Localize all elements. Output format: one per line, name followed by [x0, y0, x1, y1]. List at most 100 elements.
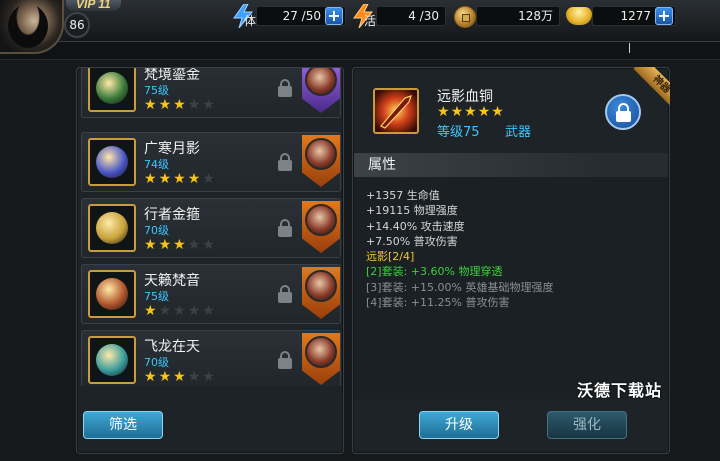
- equipment-star-rating: ★★★★★: [144, 370, 217, 384]
- top-sub-bar: [0, 42, 720, 60]
- attributes-list: +1357 生命值 +19115 物理强度 +14.40% 攻击速度 +7.50% 普…: [366, 188, 553, 310]
- equipment-thumbnail: [88, 270, 136, 318]
- star-icon: ★: [158, 237, 174, 253]
- star-icon: ★: [158, 303, 174, 319]
- coins-resource: 128万: [452, 4, 560, 28]
- player-avatar[interactable]: [0, 0, 64, 54]
- star-icon: ★: [187, 369, 203, 385]
- star-icon: ★: [173, 237, 188, 253]
- player-level-badge: 86: [64, 12, 90, 38]
- equipment-icon: [96, 212, 128, 244]
- equipment-star-rating: ★★★★★: [144, 172, 217, 186]
- add-gold-button[interactable]: +: [655, 7, 673, 25]
- equipped-hero-avatar[interactable]: [302, 135, 340, 187]
- detail-item-level: 等级75: [437, 125, 480, 140]
- detail-item-type: 武器: [505, 125, 532, 140]
- equipment-thumbnail: [88, 336, 136, 384]
- equipment-icon: [96, 344, 128, 376]
- star-icon: ★: [144, 303, 159, 319]
- equipment-name: 飞龙在天: [144, 339, 200, 355]
- equipment-list-item[interactable]: 广寒月影 74级 ★★★★★: [81, 132, 341, 192]
- detail-star-rating: ★★★★★: [437, 104, 505, 120]
- star-icon: ★: [144, 97, 159, 113]
- equipped-hero-avatar[interactable]: [302, 68, 340, 113]
- star-icon: ★: [144, 369, 159, 385]
- equipment-list-item[interactable]: 飞龙在天 70级 ★★★★★: [81, 330, 341, 386]
- energy-value: 4 /30: [376, 6, 446, 26]
- stamina-label: 体: [244, 14, 257, 28]
- hero-portrait: [305, 204, 337, 236]
- gold-ingot-icon: [566, 7, 592, 25]
- star-icon: ★: [202, 97, 217, 113]
- coin-icon: [454, 6, 476, 28]
- detail-item-name: 远影血铜: [437, 89, 493, 105]
- detail-item-thumbnail: [373, 88, 419, 134]
- blood-bronze-weapon-icon: [375, 90, 417, 132]
- lock-icon: [278, 219, 292, 237]
- hero-portrait: [305, 336, 337, 368]
- star-icon: ★: [144, 171, 159, 187]
- stamina-resource: 体 27 /50 +: [232, 4, 346, 28]
- lock-icon: [278, 285, 292, 303]
- equipment-star-rating: ★★★★★: [144, 98, 217, 112]
- star-icon: ★: [158, 97, 174, 113]
- equipment-list-panel: 梵境鎏金 75级 ★★★★★ 广寒月影 74级 ★★★★★ 行者金箍 70级 ★★★★★ 天籁梵音…: [76, 67, 344, 454]
- lock-icon-body: [616, 111, 631, 122]
- star-icon: ★: [158, 171, 174, 187]
- equipment-icon: [96, 72, 128, 104]
- energy-resource: 活 4 /30: [352, 4, 446, 28]
- add-stamina-button[interactable]: +: [325, 7, 343, 25]
- lock-toggle-button[interactable]: [605, 94, 641, 130]
- filter-button[interactable]: 筛选: [83, 411, 163, 439]
- star-icon: ★: [450, 104, 465, 120]
- set-bonus-line: [3]套装: +15.00% 英雄基础物理强度: [366, 280, 554, 294]
- equipment-list-item[interactable]: 行者金箍 70级 ★★★★★: [81, 198, 341, 258]
- equipped-hero-avatar[interactable]: [302, 201, 340, 253]
- equipment-name: 行者金箍: [144, 207, 200, 223]
- equipment-name: 天籁梵音: [144, 273, 200, 289]
- lock-icon: [278, 79, 292, 97]
- set-bonus-line: [2]套装: +3.60% 物理穿透: [366, 265, 503, 279]
- equipped-hero-avatar[interactable]: [302, 267, 340, 319]
- star-icon: ★: [491, 104, 505, 120]
- star-icon: ★: [144, 237, 159, 253]
- equipment-list[interactable]: 梵境鎏金 75级 ★★★★★ 广寒月影 74级 ★★★★★ 行者金箍 70级 ★★★★★ 天籁梵音…: [81, 68, 341, 386]
- star-icon: ★: [477, 104, 492, 120]
- star-icon: ★: [173, 97, 188, 113]
- hero-portrait: [305, 138, 337, 170]
- hero-portrait: [305, 270, 337, 302]
- equipment-level: 70级: [144, 356, 169, 369]
- equipment-thumbnail: [88, 68, 136, 112]
- equipment-star-rating: ★★★★★: [144, 304, 217, 318]
- attribute-line: +7.50% 普攻伤害: [366, 234, 458, 248]
- equipment-list-item[interactable]: 天籁梵音 75级 ★★★★★: [81, 264, 341, 324]
- equipped-hero-avatar[interactable]: [302, 333, 340, 385]
- equipment-level: 75级: [144, 290, 169, 303]
- star-icon: ★: [173, 369, 188, 385]
- upgrade-button[interactable]: 升级: [419, 411, 499, 439]
- star-icon: ★: [464, 104, 478, 120]
- text-cursor: [629, 43, 630, 53]
- equipment-list-item[interactable]: 梵境鎏金 75级 ★★★★★: [81, 68, 341, 118]
- star-icon: ★: [187, 237, 203, 253]
- equipment-name: 广寒月影: [144, 141, 200, 157]
- star-icon: ★: [202, 369, 217, 385]
- attribute-line: +14.40% 攻击速度: [366, 219, 465, 233]
- equipment-icon: [96, 278, 128, 310]
- star-icon: ★: [202, 303, 217, 319]
- star-icon: ★: [187, 303, 203, 319]
- star-icon: ★: [202, 171, 217, 187]
- star-icon: ★: [202, 237, 217, 253]
- star-icon: ★: [158, 369, 174, 385]
- equipment-star-rating: ★★★★★: [144, 238, 217, 252]
- equipment-thumbnail: [88, 204, 136, 252]
- vip-badge[interactable]: VIP 11: [66, 0, 121, 11]
- energy-label: 活: [364, 14, 377, 28]
- enhance-button[interactable]: 强化: [547, 411, 627, 439]
- star-icon: ★: [173, 303, 188, 319]
- coins-value: 128万: [476, 6, 560, 26]
- attributes-header: 属性: [354, 153, 668, 177]
- equipment-icon: [96, 146, 128, 178]
- set-bonus-line: [4]套装: +11.25% 普攻伤害: [366, 296, 510, 310]
- star-icon: ★: [187, 97, 203, 113]
